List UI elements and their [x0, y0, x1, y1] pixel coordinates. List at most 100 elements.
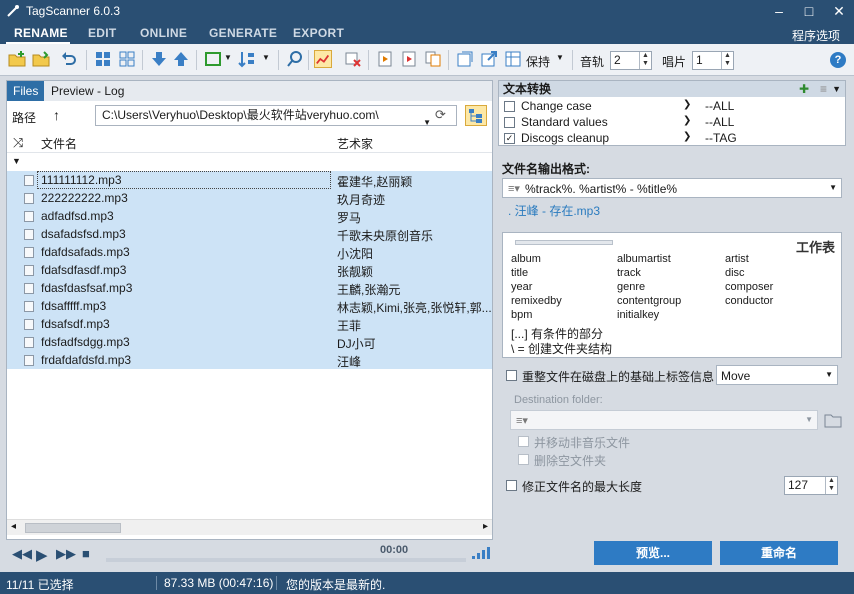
- collapse-triangle-icon[interactable]: ▼: [12, 156, 21, 166]
- tab-generate[interactable]: GENERATE: [209, 26, 277, 44]
- transform-item[interactable]: ✓ Discogs cleanup ❯ --TAG: [499, 130, 845, 146]
- seek-bar[interactable]: [106, 558, 466, 562]
- rewind-icon[interactable]: ◀◀: [12, 546, 32, 562]
- field-disc[interactable]: disc: [725, 267, 745, 279]
- chevron-down-icon[interactable]: ▼: [423, 113, 431, 132]
- path-input[interactable]: C:\Users\Veryhuo\Desktop\最火软件站veryhuo.co…: [95, 105, 457, 127]
- fast-forward-icon[interactable]: ▶▶: [56, 546, 76, 562]
- export-out-icon[interactable]: [480, 50, 498, 68]
- transform-item[interactable]: Change case ❯ --ALL: [499, 98, 845, 114]
- field-albumartist[interactable]: albumartist: [617, 253, 671, 265]
- stepper-arrows-icon[interactable]: ▲ ▼: [721, 52, 733, 69]
- track-stepper[interactable]: 2 ▲ ▼: [610, 51, 652, 70]
- shuffle-icon[interactable]: ⤨: [13, 135, 23, 151]
- field-conductor[interactable]: conductor: [725, 295, 773, 307]
- keep-dropdown-icon[interactable]: ▼: [556, 53, 564, 62]
- field-artist[interactable]: artist: [725, 253, 749, 265]
- destination-combobox[interactable]: ≡▾ ▼: [510, 410, 818, 430]
- table-row[interactable]: fdsfadfsdgg.mp3 DJ小可: [7, 333, 492, 351]
- tab-online[interactable]: ONLINE: [140, 26, 187, 44]
- copy-tag-icon[interactable]: [376, 50, 394, 68]
- table-icon[interactable]: [504, 50, 522, 68]
- folder-tree-toggle[interactable]: [465, 105, 487, 126]
- duplicate-icon[interactable]: [424, 50, 442, 68]
- refresh-icon[interactable]: ⟳: [435, 107, 446, 123]
- dropdown-arrow-icon[interactable]: ▼: [224, 53, 232, 62]
- invert-selection-icon[interactable]: [118, 50, 136, 68]
- rename-button[interactable]: 重命名: [720, 541, 838, 565]
- table-row[interactable]: fdafsdfasdf.mp3 张靓颖: [7, 261, 492, 279]
- search-icon[interactable]: [286, 50, 304, 68]
- scroll-thumb[interactable]: [25, 523, 121, 533]
- field-bpm[interactable]: bpm: [511, 309, 532, 321]
- sort-icon[interactable]: [238, 50, 256, 68]
- field-initialkey[interactable]: initialkey: [617, 309, 659, 321]
- dropdown-arrow-icon[interactable]: ▼: [262, 53, 270, 62]
- close-button[interactable]: ✕: [824, 0, 854, 22]
- list-menu-icon[interactable]: ≡▾: [508, 182, 520, 195]
- tab-export[interactable]: EXPORT: [293, 26, 344, 44]
- field-title[interactable]: title: [511, 267, 528, 279]
- minimize-button[interactable]: –: [764, 0, 794, 22]
- horizontal-scrollbar[interactable]: ◂ ▸: [7, 519, 492, 535]
- checkbox[interactable]: [518, 454, 529, 465]
- transform-item[interactable]: Standard values ❯ --ALL: [499, 114, 845, 130]
- table-row[interactable]: fdsafffff.mp3 林志颖,Kimi,张亮,张悦轩,郭...: [7, 297, 492, 315]
- checkbox[interactable]: [518, 436, 529, 447]
- select-all-icon[interactable]: [94, 50, 112, 68]
- keep-label[interactable]: 保持: [526, 53, 550, 70]
- maxlen-stepper[interactable]: 127 ▲ ▼: [784, 476, 838, 495]
- format-combobox[interactable]: ≡▾ %track%. %artist% - %title% ▼: [502, 178, 842, 198]
- help-icon[interactable]: ?: [830, 52, 846, 68]
- tab-preview-log[interactable]: Preview - Log: [45, 81, 130, 101]
- move-up-icon[interactable]: [172, 50, 190, 68]
- field-composer[interactable]: composer: [725, 281, 773, 293]
- move-down-icon[interactable]: [150, 50, 168, 68]
- field-genre[interactable]: genre: [617, 281, 645, 293]
- arrow-up-icon[interactable]: ↑: [53, 107, 60, 123]
- checkbox[interactable]: [504, 117, 515, 128]
- table-row[interactable]: fdsafsdf.mp3 王菲: [7, 315, 492, 333]
- scroll-left-icon[interactable]: ◂: [11, 521, 16, 532]
- table-row[interactable]: fdasfdasfsaf.mp3 王麟,张瀚元: [7, 279, 492, 297]
- undo-icon[interactable]: [60, 50, 78, 68]
- column-artist[interactable]: 艺术家: [337, 135, 373, 152]
- checkbox[interactable]: [504, 101, 515, 112]
- chart-icon[interactable]: [314, 50, 332, 68]
- tab-files[interactable]: Files: [7, 81, 45, 101]
- add-folder-icon[interactable]: [8, 50, 26, 68]
- checkbox[interactable]: [506, 480, 517, 491]
- tab-edit[interactable]: EDIT: [88, 26, 117, 44]
- frame-icon[interactable]: [204, 50, 222, 68]
- field-year[interactable]: year: [511, 281, 532, 293]
- stepper-arrows-icon[interactable]: ▲ ▼: [639, 52, 651, 69]
- table-row[interactable]: 111111112.mp3 霍建华,赵丽颖: [7, 171, 492, 189]
- table-row[interactable]: adfadfsd.mp3 罗马: [7, 207, 492, 225]
- maximize-button[interactable]: □: [794, 0, 824, 22]
- stepper-arrows-icon[interactable]: ▲ ▼: [825, 477, 837, 494]
- export-in-icon[interactable]: [456, 50, 474, 68]
- scroll-right-icon[interactable]: ▸: [483, 521, 488, 532]
- remove-icon[interactable]: [344, 50, 362, 68]
- field-track[interactable]: track: [617, 267, 641, 279]
- preview-button[interactable]: 预览...: [594, 541, 712, 565]
- program-options-button[interactable]: 程序选项: [792, 27, 840, 44]
- dropdown-arrow-icon[interactable]: ▼: [832, 81, 841, 97]
- chevron-down-icon[interactable]: ▼: [805, 415, 813, 424]
- group-header[interactable]: ▼: [7, 154, 492, 170]
- checkbox-checked[interactable]: ✓: [504, 133, 515, 144]
- chevron-down-icon[interactable]: ▼: [825, 370, 833, 379]
- volume-icon[interactable]: [470, 546, 492, 560]
- stop-icon[interactable]: ■: [82, 546, 90, 561]
- table-row[interactable]: 222222222.mp3 玖月奇迹: [7, 189, 492, 207]
- field-album[interactable]: album: [511, 253, 541, 265]
- play-icon[interactable]: ▶: [36, 546, 48, 564]
- table-row[interactable]: fdafdsafads.mp3 小沈阳: [7, 243, 492, 261]
- checkbox[interactable]: [506, 370, 517, 381]
- field-contentgroup[interactable]: contentgroup: [617, 295, 681, 307]
- browse-folder-icon[interactable]: [824, 412, 842, 428]
- open-folder-icon[interactable]: [32, 50, 50, 68]
- table-row[interactable]: frdafdafdsfd.mp3 汪峰: [7, 351, 492, 369]
- field-remixedby[interactable]: remixedby: [511, 295, 562, 307]
- worksheet-slider[interactable]: [515, 240, 613, 245]
